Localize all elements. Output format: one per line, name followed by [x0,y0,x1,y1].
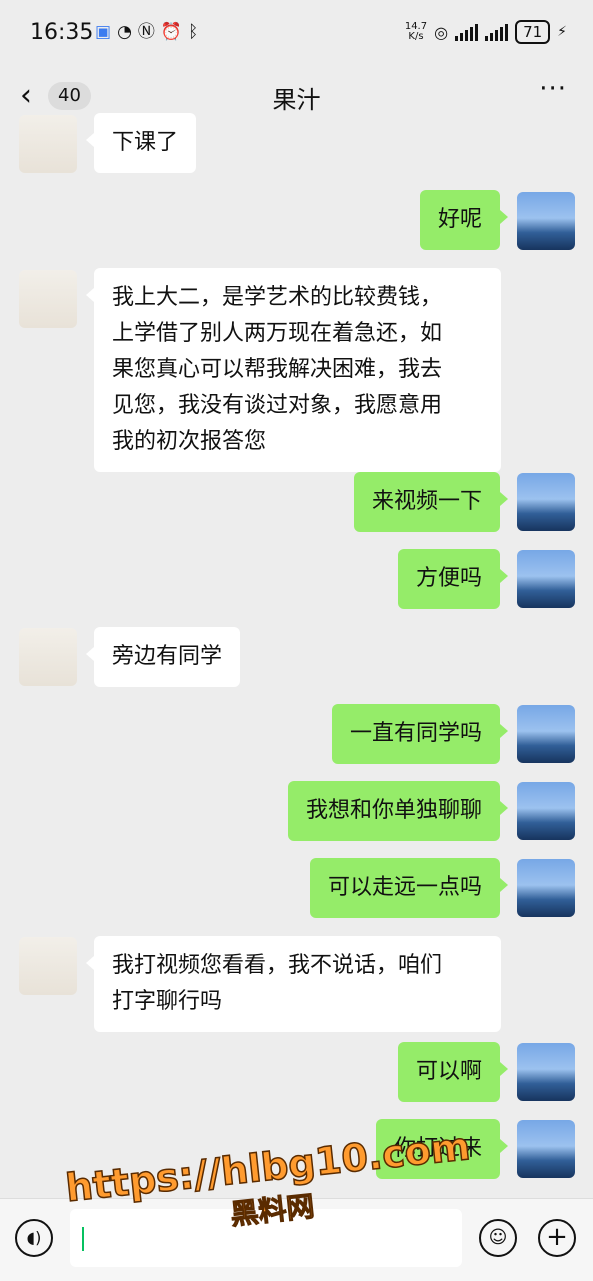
message-bubble-sent[interactable]: 可以啊 [397,1042,509,1102]
charging-icon: ⚡ [557,24,567,40]
text-cursor [82,1227,84,1251]
message-bubble-sent[interactable]: 可以走远一点吗 [309,858,509,918]
contact-avatar[interactable] [19,628,77,686]
message-line: 我上大二，是学艺术的比较费钱， [112,285,443,310]
message-line: 果您真心可以帮我解决困难，我去 [112,357,443,382]
message-bubble-sent[interactable]: 你打过来 [375,1119,509,1179]
status-bar: 16:35 ▣ ◔ Ⓝ ⏰ ᛒ 14.7 K/s ◎ 71 ⚡ [0,0,593,68]
message-bubble-sent[interactable]: 方便吗 [397,549,509,609]
message-bubble-received[interactable]: 我打视频您看看，我不说话，咱们 打字聊行吗 [86,936,501,1032]
my-avatar[interactable] [517,550,575,608]
voice-input-icon[interactable]: ◖) [15,1219,53,1257]
message-input[interactable] [70,1209,462,1267]
chat-title: 果汁 [272,86,321,114]
my-avatar[interactable] [517,192,575,250]
add-more-icon[interactable]: + [538,1219,576,1257]
message-bubble-sent[interactable]: 我想和你单独聊聊 [287,781,509,841]
my-avatar[interactable] [517,473,575,531]
signal-icon [455,23,479,41]
signal-icon-2 [485,23,509,41]
my-avatar[interactable] [517,1043,575,1101]
message-bubble-received[interactable]: 我上大二，是学艺术的比较费钱， 上学借了别人两万现在着急还，如 果您真心可以帮我… [86,268,501,472]
message-bubble-sent[interactable]: 好呢 [419,190,509,250]
message-line: 我打视频您看看，我不说话，咱们 [112,953,443,978]
message-bubble-received[interactable]: 旁边有同学 [85,627,241,687]
emoji-icon[interactable]: ☺ [479,1219,517,1257]
message-line: 见您，我没有谈过对象，我愿意用 [112,393,443,418]
network-speed: 14.7 K/s [404,21,428,42]
battery-indicator: 71 [515,20,551,44]
message-bubble-sent[interactable]: 一直有同学吗 [331,704,509,764]
message-line: 我的初次报答您 [112,429,267,454]
message-line: 打字聊行吗 [112,989,223,1014]
app-notification-icon: ▣ [95,22,112,42]
bluetooth-icon: ᛒ [188,22,199,42]
data-saver-icon: ◔ [117,22,132,42]
chat-header: ‹ 40 果汁 ··· [0,68,593,128]
my-avatar[interactable] [517,705,575,763]
status-system-icons: 14.7 K/s ◎ 71 ⚡ [405,20,567,44]
message-bubble-received[interactable]: 下课了 [85,113,197,173]
message-bubble-sent[interactable]: 来视频一下 [353,472,509,532]
my-avatar[interactable] [517,859,575,917]
status-notification-icons: ▣ ◔ Ⓝ ⏰ ᛒ [95,22,198,42]
more-options-icon[interactable]: ··· [539,74,567,104]
contact-avatar[interactable] [19,937,77,995]
input-bar: ◖) ☺ + [0,1198,593,1281]
hotspot-icon: ◎ [434,22,449,42]
message-line: 上学借了别人两万现在着急还，如 [112,321,443,346]
contact-avatar[interactable] [19,270,77,328]
alarm-icon: ⏰ [160,22,183,42]
nfc-icon: Ⓝ [137,22,155,42]
my-avatar[interactable] [517,782,575,840]
status-time: 16:35 [30,20,94,45]
contact-avatar[interactable] [19,115,77,173]
my-avatar[interactable] [517,1120,575,1178]
